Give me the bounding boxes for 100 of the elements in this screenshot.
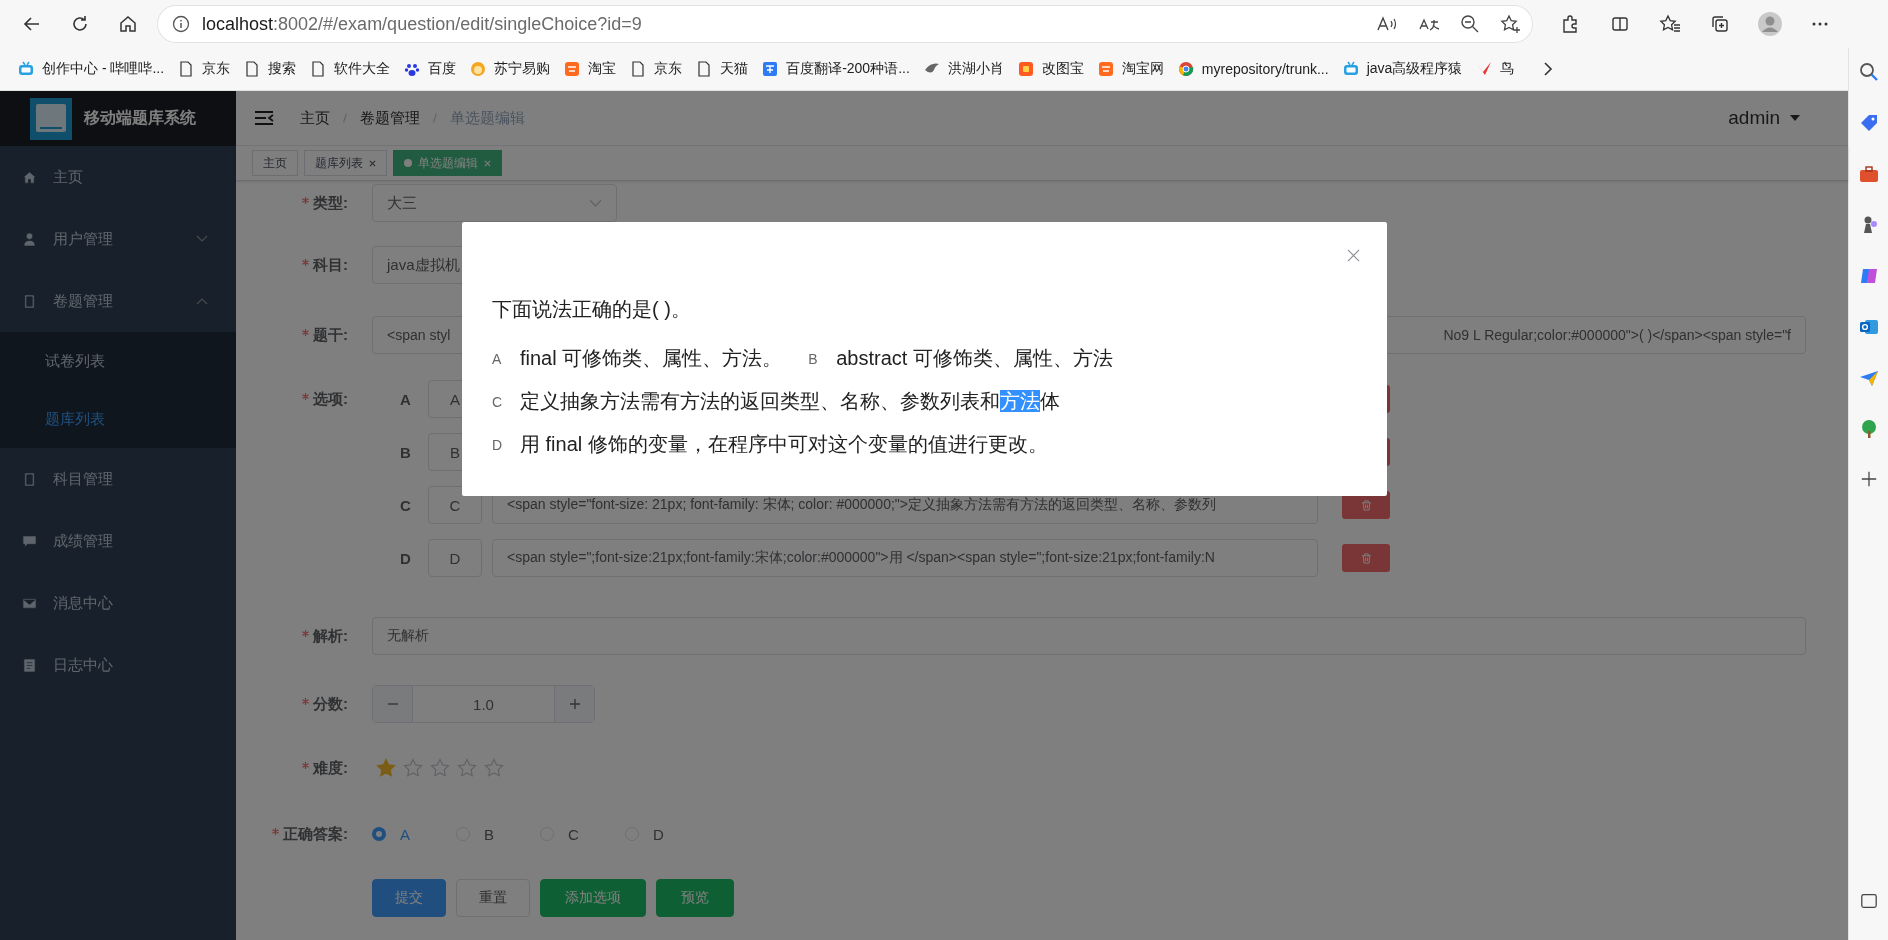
zoom-out-icon[interactable] xyxy=(1460,14,1480,34)
answer-radio[interactable]: A xyxy=(372,825,410,843)
page-icon xyxy=(696,61,713,77)
breadcrumb-link[interactable]: 主页 xyxy=(300,108,330,128)
sidebar-menu-item[interactable]: 日志中心 xyxy=(0,634,236,696)
bookmark-link[interactable]: 苏宁易购 xyxy=(466,56,561,82)
separator-icon xyxy=(342,112,348,124)
add-favorite-icon[interactable] xyxy=(1500,14,1522,34)
field-label: 选项: xyxy=(313,389,348,409)
option-letter: A xyxy=(492,350,503,367)
mail-icon xyxy=(22,595,37,611)
option-text: 定义抽象方法需有方法的返回类型、名称、参数列表和方法体 xyxy=(520,389,1060,414)
favorites-icon[interactable] xyxy=(1659,14,1681,34)
bookmark-link[interactable]: 淘宝 xyxy=(560,56,627,82)
page-icon xyxy=(178,61,195,77)
profile-avatar[interactable] xyxy=(1757,11,1783,37)
mail-icon[interactable] xyxy=(1858,317,1879,337)
sidebar-submenu-item[interactable]: 试卷列表 xyxy=(0,332,236,390)
bookmark-link[interactable]: 天猫 xyxy=(692,56,759,82)
book-icon xyxy=(22,471,37,487)
option-letter: B xyxy=(400,443,412,461)
answer-radio[interactable]: D xyxy=(624,825,664,843)
option-letter: D xyxy=(400,549,412,567)
breadcrumb-link[interactable]: 卷题管理 xyxy=(360,108,420,128)
puzzle-icon[interactable] xyxy=(1560,14,1580,34)
bookmark-link[interactable]: java高级程序猿 xyxy=(1338,56,1473,82)
sidebar-menu-item[interactable]: 用户管理 xyxy=(0,208,236,270)
option-letter: A xyxy=(400,390,412,408)
info-icon[interactable] xyxy=(172,15,190,33)
add-icon[interactable] xyxy=(1859,470,1878,488)
bookmark-link[interactable]: myrepository/trunk... xyxy=(1173,57,1339,81)
star-icon[interactable] xyxy=(484,758,504,778)
sidebar-menu-item[interactable]: 科目管理 xyxy=(0,448,236,510)
caret-icon[interactable] xyxy=(1790,115,1800,121)
form-button[interactable]: 提交 xyxy=(372,879,446,917)
option-key-field[interactable]: D xyxy=(428,539,482,577)
field-label: 科目: xyxy=(313,255,348,275)
bookmark-link[interactable]: 洪湖小肖 xyxy=(919,56,1014,82)
bookmark-link[interactable]: 京东 xyxy=(626,56,693,82)
bookmark-link[interactable]: 百度翻译-200种语... xyxy=(758,56,920,82)
page-tab[interactable]: 题库列表 xyxy=(304,150,387,176)
option-content-field[interactable]: <span style=";font-size:21px;font-family:宋体;color:#000000">用 </span><span style=";font-size:21px;font-family:N xyxy=(492,539,1318,577)
url-text[interactable]: localhost:8002/#/exam/question/edit/singleChoice?id=9 xyxy=(202,13,642,35)
refresh-icon[interactable] xyxy=(70,14,90,34)
bookmark-link[interactable]: 京东 xyxy=(174,56,241,82)
page-tab[interactable]: 单选题编辑 xyxy=(393,150,502,176)
field-label: 分数: xyxy=(313,694,348,714)
analysis-field[interactable]: 无解析 xyxy=(372,617,1806,655)
bookmark-link[interactable]: 淘宝网 xyxy=(1093,56,1174,82)
option-text: abstract 可修饰类、属性、方法 xyxy=(836,346,1113,371)
copilot-icon[interactable] xyxy=(1858,266,1879,286)
option-letter: C xyxy=(492,393,504,410)
chat-icon xyxy=(22,533,37,549)
option-text: 用 final 修饰的变量，在程序中可对这个变量的值进行更改。 xyxy=(520,432,1048,457)
menu-toggle-icon[interactable] xyxy=(254,110,274,126)
sidebar-submenu-item[interactable]: 题库列表 xyxy=(0,390,236,448)
page-tab[interactable]: 主页 xyxy=(252,150,298,176)
chevron-right-icon[interactable] xyxy=(1542,61,1555,77)
bookmark-link[interactable]: 软件大全 xyxy=(306,56,401,82)
sidebar-menu-item[interactable]: 消息中心 xyxy=(0,572,236,634)
bookmark-link[interactable]: 改图宝 xyxy=(1013,56,1094,82)
star-icon[interactable] xyxy=(403,758,423,778)
address-bar[interactable]: localhost:8002/#/exam/question/edit/singleChoice?id=9 xyxy=(158,6,1532,42)
type-select[interactable]: 大三 xyxy=(372,184,617,222)
home-icon xyxy=(22,169,37,185)
read-aloud-icon[interactable] xyxy=(1376,15,1398,33)
field-label: 类型: xyxy=(313,193,348,213)
answer-radio[interactable]: B xyxy=(456,825,495,843)
user-icon xyxy=(22,231,37,247)
form-button[interactable]: 预览 xyxy=(656,879,734,917)
field-label: 难度: xyxy=(313,758,348,778)
search-icon[interactable] xyxy=(1858,62,1879,82)
bookmark-link[interactable]: 百度 xyxy=(400,56,467,82)
collections-icon[interactable] xyxy=(1710,14,1730,34)
star-icon[interactable] xyxy=(376,758,396,778)
bookmark-link[interactable]: 创作中心 - 哔哩哔... xyxy=(14,56,175,82)
bookmark-link[interactable]: 鸟 xyxy=(1472,56,1525,82)
form-button[interactable]: 重置 xyxy=(456,879,530,917)
close-icon[interactable] xyxy=(369,159,376,167)
split-screen-icon[interactable] xyxy=(1610,14,1630,34)
app-title: 移动端题库系统 xyxy=(84,108,196,128)
field-label: 题干: xyxy=(313,325,348,345)
home-icon[interactable] xyxy=(118,14,138,34)
bookmark-link[interactable]: 搜索 xyxy=(240,56,307,82)
user-name[interactable]: admin xyxy=(1728,107,1780,129)
sidebar-toggle-icon[interactable] xyxy=(1859,892,1878,910)
face-icon xyxy=(470,61,487,77)
star-icon[interactable] xyxy=(430,758,450,778)
tv-icon xyxy=(1342,61,1359,77)
star-icon[interactable] xyxy=(457,758,477,778)
field-label: 正确答案: xyxy=(283,824,348,844)
toolbox-icon[interactable] xyxy=(1858,164,1879,184)
sidebar-menu-item[interactable]: 成绩管理 xyxy=(0,510,236,572)
sidebar-menu-item[interactable]: 主页 xyxy=(0,146,236,208)
answer-radio[interactable]: C xyxy=(540,825,579,843)
app-icon xyxy=(1097,61,1114,77)
sidebar-menu-item[interactable]: 卷题管理 xyxy=(0,270,236,332)
book-icon xyxy=(22,293,37,309)
close-icon[interactable] xyxy=(1347,249,1360,262)
form-button[interactable]: 添加选项 xyxy=(540,879,646,917)
